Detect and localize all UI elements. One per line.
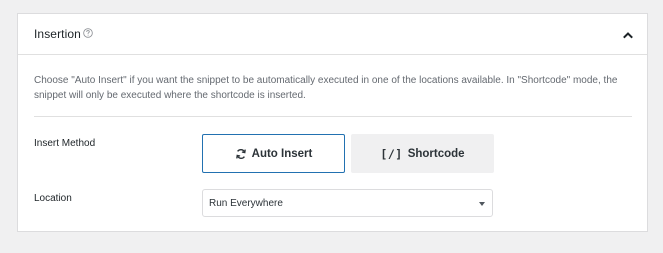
panel-title: Insertion — [34, 27, 81, 41]
insertion-description: Choose "Auto Insert" if you want the sni… — [34, 75, 618, 101]
insert-method-label: Insert Method — [34, 138, 96, 149]
location-selected-value: Run Everywhere — [209, 198, 283, 209]
shortcode-icon: [/] — [380, 146, 403, 161]
auto-insert-button[interactable]: Auto Insert — [202, 134, 345, 173]
auto-insert-label: Auto Insert — [251, 147, 313, 160]
dropdown-arrow-icon — [479, 202, 485, 206]
refresh-icon — [235, 148, 246, 159]
shortcode-button[interactable]: [/] Shortcode — [351, 134, 494, 173]
insertion-panel: Insertion Choose "Auto Insert" if you wa… — [17, 13, 648, 232]
chevron-up-icon[interactable] — [621, 28, 635, 42]
location-select[interactable]: Run Everywhere — [202, 189, 493, 217]
shortcode-label: Shortcode — [407, 147, 465, 160]
panel-header: Insertion — [18, 14, 647, 55]
location-label: Location — [34, 193, 72, 204]
question-circle-icon[interactable] — [83, 28, 93, 38]
divider — [34, 116, 632, 117]
